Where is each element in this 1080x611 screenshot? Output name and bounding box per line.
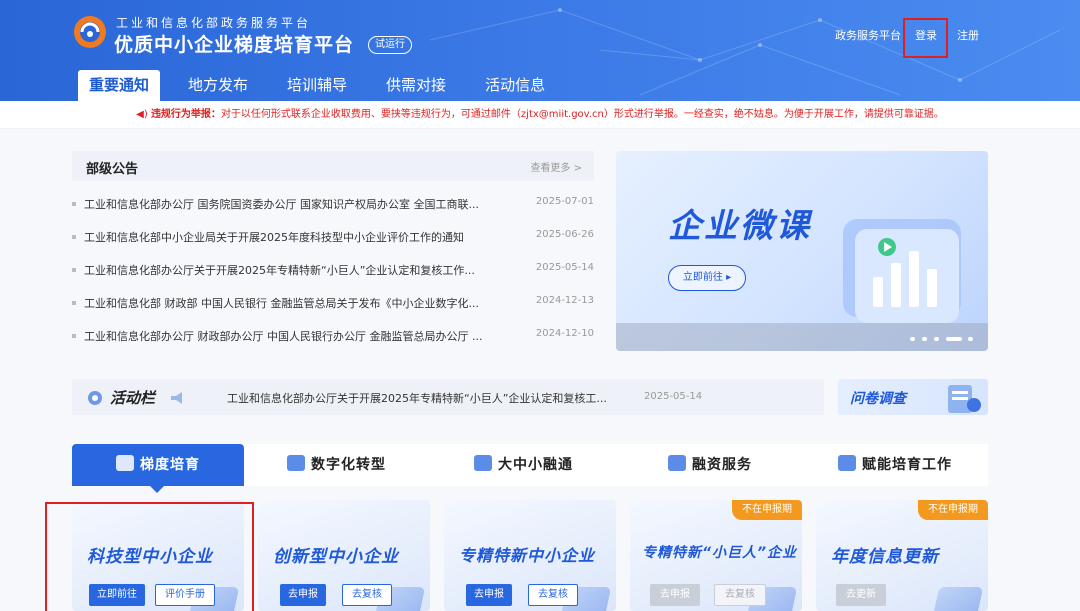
tab-label: 大中小融通 xyxy=(498,457,573,473)
page: 工业和信息化部政务服务平台 优质中小企业梯度培育平台 试运行 政务服务平台 登录… xyxy=(0,0,1080,611)
announcements-more-link[interactable]: 查看更多 > xyxy=(530,159,582,174)
bullet-icon xyxy=(72,268,76,272)
card-little-giant: 不在申报期 专精特新“小巨人”企业 去申报 去复核 xyxy=(630,500,802,611)
carousel-dot[interactable] xyxy=(934,337,939,341)
announcements-title: 部级公告 xyxy=(86,162,139,177)
review-button-disabled: 去复核 xyxy=(714,584,766,606)
announcement-date: 2025-05-14 xyxy=(535,262,594,273)
card-title: 专精特新“小巨人”企业 xyxy=(642,545,798,561)
integration-icon xyxy=(474,455,492,471)
carousel-dot[interactable] xyxy=(922,337,927,341)
bullet-icon xyxy=(72,235,76,239)
activity-icon xyxy=(88,391,102,405)
card-specialized-sme: 专精特新中小企业 去申报 去复核 xyxy=(444,500,616,611)
announcement-item[interactable]: 工业和信息化部中小企业局关于开展2025年度科技型中小企业评价工作的通知 202… xyxy=(72,227,594,247)
announcement-title[interactable]: 工业和信息化部办公厅 国务院国资委办公厅 国家知识产权局办公室 全国工商联... xyxy=(84,196,479,212)
bullet-icon xyxy=(72,301,76,305)
speaker-icon: ◀) xyxy=(136,109,148,120)
card-highlight-box xyxy=(45,502,254,611)
tab-label: 数字化转型 xyxy=(311,457,386,473)
register-link[interactable]: 注册 xyxy=(957,27,979,43)
main-nav: 重要通知 地方发布 培训辅导 供需对接 活动信息 xyxy=(78,70,573,101)
carousel-dot[interactable] xyxy=(968,337,973,341)
nav-item-supply-demand[interactable]: 供需对接 xyxy=(375,70,457,101)
tab-label: 梯度培育 xyxy=(140,457,200,473)
financing-icon xyxy=(668,455,686,471)
platform-logo-icon xyxy=(74,16,106,48)
announcement-title[interactable]: 工业和信息化部 财政部 中国人民银行 金融监管总局关于发布《中小企业数字化... xyxy=(84,295,479,311)
course-banner[interactable]: 企业微课 立即前往 ▸ xyxy=(616,151,988,351)
tab-label: 赋能培育工作 xyxy=(862,457,952,473)
activity-bar: 活动栏 工业和信息化部办公厅关于开展2025年专精特新“小巨人”企业认定和复核工… xyxy=(72,379,824,415)
announcement-date: 2025-06-26 xyxy=(535,229,594,240)
nav-item-training[interactable]: 培训辅导 xyxy=(276,70,358,101)
apply-button-disabled: 去申报 xyxy=(650,584,700,606)
card-title: 专精特新中小企业 xyxy=(459,546,596,565)
card-decoration xyxy=(932,587,984,611)
review-button[interactable]: 去复核 xyxy=(528,584,578,606)
banner-go-button[interactable]: 立即前往 ▸ xyxy=(668,265,746,291)
report-notice: ◀) 违规行为举报：对于以任何形式联系企业收取费用、要挟等违规行为，可通过邮件（… xyxy=(0,101,1080,129)
announcement-date: 2024-12-10 xyxy=(535,328,594,339)
survey-title: 问卷调查 xyxy=(850,391,906,407)
announcement-item[interactable]: 工业和信息化部办公厅 财政部办公厅 中国人民银行办公厅 金融监管总局办公厅 ..… xyxy=(72,326,594,346)
apply-button[interactable]: 去申报 xyxy=(280,584,326,606)
tab-financing[interactable]: 融资服务 xyxy=(668,444,752,486)
status-badge: 不在申报期 xyxy=(732,500,802,520)
announcement-item[interactable]: 工业和信息化部办公厅 国务院国资委办公厅 国家知识产权局办公室 全国工商联...… xyxy=(72,194,594,214)
announcement-title[interactable]: 工业和信息化部中小企业局关于开展2025年度科技型中小企业评价工作的通知 xyxy=(84,229,464,245)
nav-item-important-notice[interactable]: 重要通知 xyxy=(78,70,161,101)
nav-item-activities[interactable]: 活动信息 xyxy=(474,70,556,101)
carousel-dot-active[interactable] xyxy=(946,337,962,341)
analytics-illustration-icon xyxy=(843,219,961,323)
active-tab-pointer xyxy=(150,486,164,493)
login-highlight-box xyxy=(903,18,948,58)
card-title: 创新型中小企业 xyxy=(273,547,399,567)
survey-button[interactable]: 问卷调查 xyxy=(838,379,988,415)
clipboard-icon xyxy=(948,385,981,413)
announcement-item[interactable]: 工业和信息化部 财政部 中国人民银行 金融监管总局关于发布《中小企业数字化...… xyxy=(72,293,594,313)
notice-text: 对于以任何形式联系企业收取费用、要挟等违规行为，可通过邮件（zjtx@miit.… xyxy=(220,109,944,120)
tab-integration[interactable]: 大中小融通 xyxy=(474,444,573,486)
nav-item-local-release[interactable]: 地方发布 xyxy=(177,70,259,101)
tab-gradient-cultivation[interactable]: 梯度培育 xyxy=(72,444,244,486)
megaphone-icon xyxy=(171,392,182,404)
card-annual-update: 不在申报期 年度信息更新 去更新 xyxy=(816,500,988,611)
review-button[interactable]: 去复核 xyxy=(342,584,392,606)
bullet-icon xyxy=(72,334,76,338)
activity-date: 2025-05-14 xyxy=(644,391,703,402)
carousel-dot[interactable] xyxy=(910,337,915,341)
announcement-title[interactable]: 工业和信息化部办公厅 财政部办公厅 中国人民银行办公厅 金融监管总局办公厅 ..… xyxy=(84,328,482,344)
announcement-title[interactable]: 工业和信息化部办公厅关于开展2025年专精特新“小巨人”企业认定和复核工作... xyxy=(84,262,475,278)
tab-empowerment[interactable]: 赋能培育工作 xyxy=(838,444,952,486)
shield-icon xyxy=(116,455,134,471)
card-title: 年度信息更新 xyxy=(831,547,939,567)
notice-prefix: 违规行为举报： xyxy=(150,109,221,120)
announcement-date: 2025-07-01 xyxy=(535,196,594,207)
apply-button[interactable]: 去申报 xyxy=(466,584,512,606)
activity-title: 活动栏 xyxy=(110,389,156,407)
update-button-disabled: 去更新 xyxy=(836,584,886,606)
activity-text[interactable]: 工业和信息化部办公厅关于开展2025年专精特新“小巨人”企业认定和复核工... xyxy=(227,390,607,406)
status-badge: 不在申报期 xyxy=(918,500,988,520)
announcement-date: 2024-12-13 xyxy=(535,295,594,306)
gov-service-link[interactable]: 政务服务平台 xyxy=(835,27,901,43)
digital-icon xyxy=(287,455,305,471)
trial-badge: 试运行 xyxy=(368,36,412,54)
platform-title[interactable]: 优质中小企业梯度培育平台 xyxy=(114,30,354,57)
banner-title: 企业微课 xyxy=(668,206,812,245)
bullet-icon xyxy=(72,202,76,206)
tab-label: 融资服务 xyxy=(692,457,752,473)
platform-subtitle: 工业和信息化部政务服务平台 xyxy=(116,16,312,30)
announcement-item[interactable]: 工业和信息化部办公厅关于开展2025年专精特新“小巨人”企业认定和复核工作...… xyxy=(72,260,594,280)
empowerment-icon xyxy=(838,455,856,471)
announcements-header: 部级公告 查看更多 > xyxy=(72,151,594,181)
card-innovative-sme: 创新型中小企业 去申报 去复核 xyxy=(258,500,430,611)
banner-carousel-bar xyxy=(616,323,988,351)
tab-digital-transformation[interactable]: 数字化转型 xyxy=(287,444,386,486)
